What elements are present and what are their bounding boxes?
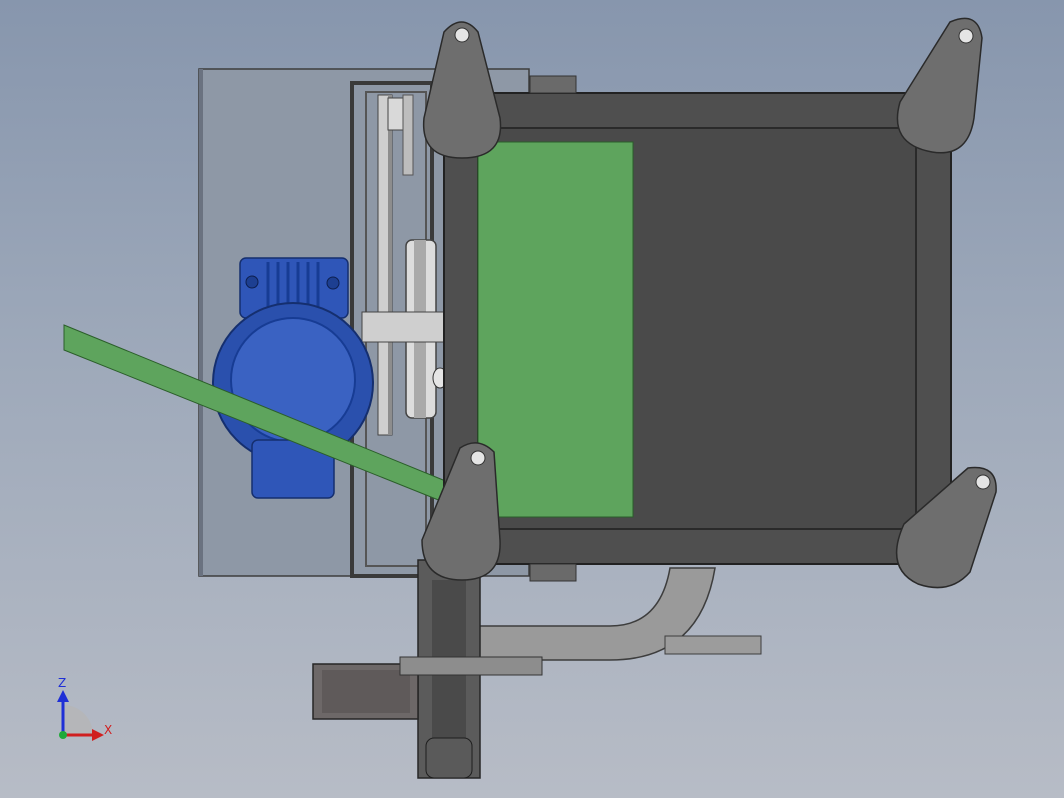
top-shaft — [402, 94, 414, 176]
bottom-mount-tab[interactable] — [529, 563, 577, 582]
hinge-plate[interactable] — [399, 656, 543, 676]
triad-plane-wedge — [63, 705, 93, 735]
triad-x-arrow — [92, 729, 104, 741]
cad-model-scene[interactable] — [0, 0, 1064, 798]
back-plate-edge — [199, 69, 203, 576]
triad-x-label: X — [104, 723, 113, 737]
column-foot[interactable] — [425, 737, 473, 779]
triad-y-origin — [59, 731, 67, 739]
triad-z-label: Z — [58, 676, 67, 690]
triad-z-arrow — [57, 690, 69, 702]
conveyor-panel[interactable] — [477, 141, 634, 518]
side-channel-lip — [322, 670, 410, 713]
gearbox-bolt-left — [245, 275, 259, 289]
lug-top-left[interactable] — [422, 21, 502, 159]
cad-graphics-viewport[interactable]: Z X — [0, 0, 1064, 798]
drive-belt-shadow — [388, 95, 392, 435]
gearbox-bolt-right — [326, 276, 340, 290]
top-mount-tab[interactable] — [529, 75, 577, 94]
coordinate-triad — [57, 690, 104, 741]
pulley-shaft[interactable] — [361, 311, 445, 343]
lug-top-right[interactable] — [896, 17, 983, 154]
support-rod[interactable] — [664, 635, 762, 655]
